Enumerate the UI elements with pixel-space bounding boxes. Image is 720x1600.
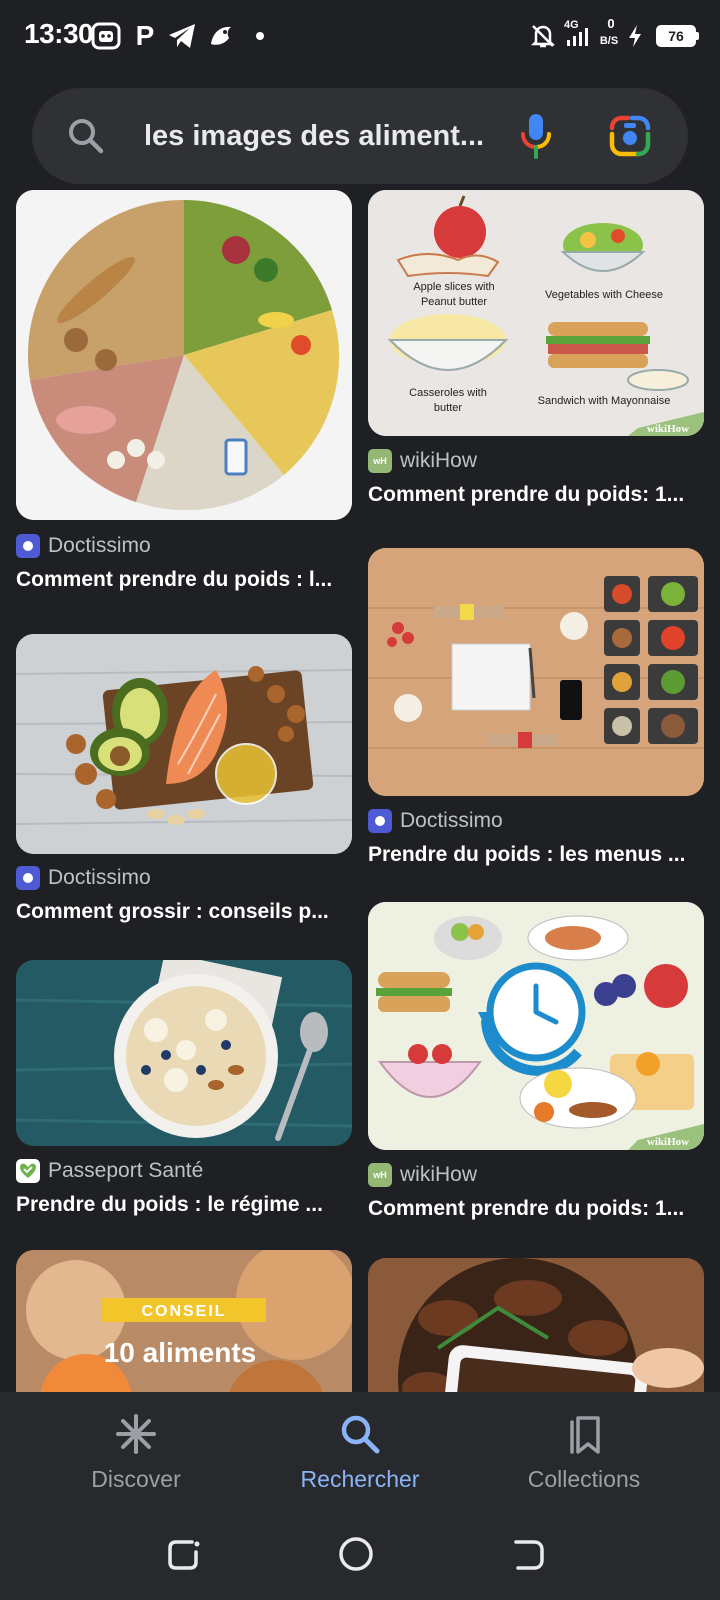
mute-bell-icon [528,20,558,52]
status-bar: 13:30 P 4G 0 B/S 76 [0,0,720,72]
home-icon[interactable] [336,1534,376,1574]
result-image[interactable]: wikiHow [368,902,704,1150]
overlay-tag: CONSEIL [141,1303,226,1320]
source-name: Doctissimo [400,809,503,832]
doctissimo-favicon-icon [16,866,40,890]
robot-app-icon [90,20,122,52]
watermark-text: wikiHow [647,1136,689,1148]
status-time: 13:30 [24,18,94,49]
nav-rechercher[interactable]: Rechercher [260,1412,460,1493]
image-caption: Apple slices with [413,281,494,293]
result-image[interactable] [368,1258,704,1392]
image-results-grid: Doctissimo Comment prendre du poids : l.… [0,190,720,1392]
result-image[interactable]: wikiHow Apple slices with Peanut butter … [368,190,704,436]
wikihow-favicon-icon: wH [368,1163,392,1187]
result-source[interactable]: wH wikiHow [368,447,477,475]
wikihow-favicon-icon: wH [368,449,392,473]
overlay-title: 10 aliments [104,1337,257,1368]
watermark-text: wikiHow [647,423,689,435]
result-title[interactable]: Comment grossir : conseils p... [16,900,352,924]
charging-icon [626,20,644,52]
result-image[interactable] [368,548,704,796]
source-name: wikiHow [400,1163,478,1186]
data-rate-unit: B/S [599,35,619,47]
mic-icon[interactable] [516,112,556,160]
nav-discover[interactable]: Discover [36,1412,236,1493]
notification-dot-icon [252,20,268,52]
search-icon[interactable] [66,116,106,156]
battery-indicator: 76 [656,25,699,47]
image-caption: Casseroles with [409,387,487,399]
result-source[interactable]: Doctissimo [16,864,151,892]
nav-label: Collections [527,1466,641,1492]
signal-icon [564,26,592,48]
result-image[interactable]: CONSEIL 10 aliments [16,1250,352,1392]
image-caption: Vegetables with Cheese [545,289,663,301]
data-rate-value: 0 [607,16,615,31]
bird-app-icon [206,20,236,52]
nav-collections[interactable]: Collections [484,1412,684,1493]
telegram-icon [166,20,198,52]
result-source[interactable]: Doctissimo [16,532,151,560]
image-caption: butter [434,402,462,414]
result-title[interactable]: Prendre du poids : le régime ... [16,1193,352,1217]
nav-label: Rechercher [300,1466,420,1492]
result-title[interactable]: Comment prendre du poids: 1... [368,1197,704,1221]
source-name: Passeport Santé [48,1159,204,1182]
bottom-navigation: Discover Rechercher Collections [0,1392,720,1600]
p-app-icon: P [135,20,155,51]
result-image[interactable] [16,634,352,854]
result-title[interactable]: Comment prendre du poids : l... [16,568,352,592]
result-image[interactable] [16,960,352,1146]
collections-icon [570,1416,600,1454]
result-title[interactable]: Comment prendre du poids: 1... [368,483,704,507]
passeport-sante-favicon-icon [16,1159,40,1183]
source-name: Doctissimo [48,534,151,557]
google-lens-icon[interactable] [608,114,652,158]
result-source[interactable]: Passeport Santé [16,1157,203,1185]
doctissimo-favicon-icon [368,809,392,833]
recents-icon[interactable] [164,1534,204,1574]
result-image[interactable] [16,190,352,520]
search-bar[interactable]: les images des aliment... [32,88,688,184]
image-caption: Peanut butter [421,296,487,308]
result-source[interactable]: wH wikiHow [368,1161,477,1189]
asterisk-icon [116,1414,156,1454]
source-name: wikiHow [400,449,478,472]
result-title[interactable]: Prendre du poids : les menus ... [368,843,704,867]
source-name: Doctissimo [48,866,151,889]
doctissimo-favicon-icon [16,534,40,558]
search-icon [341,1415,380,1454]
nav-label: Discover [91,1466,181,1492]
result-source[interactable]: Doctissimo [368,807,503,835]
image-caption: Sandwich with Mayonnaise [538,395,671,407]
search-query[interactable]: les images des aliment... [144,116,504,156]
back-icon[interactable] [508,1534,548,1574]
